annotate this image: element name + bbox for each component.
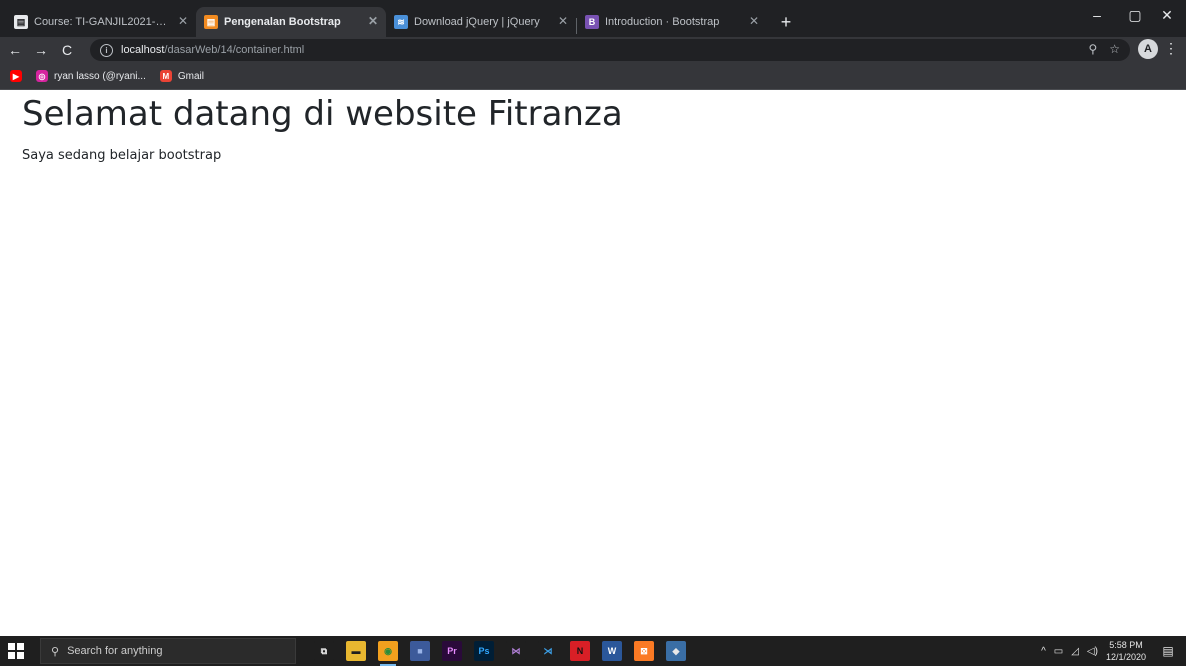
visual-studio-icon[interactable]: ⋈ (506, 641, 526, 661)
page-content: Selamat datang di website Fitranza Saya … (0, 90, 1186, 636)
close-window-button[interactable]: ✕ (1148, 0, 1186, 30)
search-placeholder: Search for anything (67, 645, 163, 657)
system-tray: ^ ▭ ◿ ◁) 5:58 PM 12/1/2020 (1041, 636, 1146, 666)
info-icon[interactable]: i (100, 43, 113, 57)
back-button[interactable]: ← (4, 39, 26, 61)
bookmark-label: Gmail (177, 70, 204, 82)
menu-icon[interactable]: ⋮ (1164, 40, 1178, 57)
clock-date: 12/1/2020 (1105, 652, 1146, 662)
notification-icon[interactable]: ▤ (1160, 643, 1176, 659)
forward-button[interactable]: → (30, 39, 52, 61)
tab-strip: ▤ Course: TI-GANJIL2021-2-Pratik ✕ ▤ Pengena… (0, 0, 1186, 37)
bootstrap-icon: B (585, 15, 599, 29)
address-bar[interactable]: i localhost/dasarWeb/14/container.html ⚲… (90, 39, 1130, 61)
close-tab-icon[interactable]: ✕ (558, 14, 568, 28)
search-icon: ⚲ (51, 645, 60, 658)
tab-label: Introduction · Bootstrap (605, 16, 720, 28)
bookmark-label: ryan lasso (@ryani... (54, 70, 146, 82)
photoshop-icon[interactable]: Ps (474, 641, 494, 661)
moodle-icon: ▤ (14, 15, 28, 29)
clock-time: 5:58 PM (1109, 640, 1143, 650)
url-path: /dasarWeb/14/container.html (164, 44, 305, 56)
chevron-up-icon[interactable]: ^ (1041, 646, 1046, 657)
gmail-icon: M (159, 70, 172, 82)
tab-label: Download jQuery | jQuery (414, 16, 540, 28)
task-view-icon[interactable]: ⧉ (314, 641, 334, 661)
youtube-icon: ▶ (10, 70, 22, 82)
wifi-icon[interactable]: ◿ (1071, 646, 1079, 657)
clock[interactable]: 5:58 PM 12/1/2020 (1106, 639, 1146, 663)
browser-toolbar: ← → C i localhost/dasarWeb/14/container.… (0, 37, 1186, 63)
bookmark-item[interactable]: ▶ (10, 70, 22, 82)
reload-button[interactable]: C (56, 39, 78, 61)
netflix-icon[interactable]: N (570, 641, 590, 661)
browser-tab[interactable]: ▤ Pengenalan Bootstrap ✕ (196, 7, 386, 37)
close-tab-icon[interactable]: ✕ (368, 14, 378, 28)
url-host: localhost (121, 44, 165, 56)
browser-window: ▤ Course: TI-GANJIL2021-2-Pratik ✕ ▤ Pengena… (0, 0, 1186, 90)
html-file-icon: ▤ (204, 15, 218, 29)
close-tab-icon[interactable]: ✕ (749, 14, 759, 28)
zoom-icon[interactable]: ⚲ (1088, 42, 1097, 56)
browser-tab[interactable]: B Introduction · Bootstrap ✕ (577, 7, 767, 37)
taskbar: ⚲ Search for anything ⧉ ▬ ◉ ■ Pr Ps ⋈ ⋊ N W ⊠ ◆ ^ ▭… (0, 636, 1186, 666)
windows-start-icon[interactable] (8, 643, 24, 659)
premiere-icon[interactable]: Pr (442, 641, 462, 661)
vscode-icon[interactable]: ⋊ (538, 641, 558, 661)
bookmark-item[interactable]: M Gmail (159, 70, 204, 82)
chrome-icon[interactable]: ◉ (378, 641, 398, 666)
tabs-container: ▤ Course: TI-GANJIL2021-2-Pratik ✕ ▤ Pengena… (6, 7, 767, 37)
word-icon[interactable]: W (602, 641, 622, 661)
taskbar-search[interactable]: ⚲ Search for anything (40, 638, 296, 664)
page-heading: Selamat datang di website Fitranza (22, 94, 623, 134)
network-icon[interactable]: ▭ (1054, 646, 1063, 657)
app-icon-2[interactable]: ◆ (666, 641, 686, 661)
bookmark-star-icon[interactable]: ☆ (1109, 42, 1120, 56)
bookmark-item[interactable]: ◎ ryan lasso (@ryani... (36, 70, 146, 82)
page-paragraph: Saya sedang belajar bootstrap (22, 148, 222, 163)
app-icon[interactable]: ■ (410, 641, 430, 661)
tab-label: Pengenalan Bootstrap (224, 16, 341, 28)
bookmarks-bar: ▶ ◎ ryan lasso (@ryani... M Gmail (0, 63, 1186, 90)
volume-icon[interactable]: ◁) (1087, 646, 1098, 657)
file-explorer-icon[interactable]: ▬ (346, 641, 366, 661)
instagram-icon: ◎ (36, 70, 48, 82)
browser-tab[interactable]: ≋ Download jQuery | jQuery ✕ (386, 7, 576, 37)
xampp-icon[interactable]: ⊠ (634, 641, 654, 661)
tab-label: Course: TI-GANJIL2021-2-Pratik (34, 16, 170, 28)
jquery-icon: ≋ (394, 15, 408, 29)
profile-avatar[interactable]: A (1138, 39, 1158, 59)
close-tab-icon[interactable]: ✕ (178, 14, 188, 28)
browser-tab[interactable]: ▤ Course: TI-GANJIL2021-2-Pratik ✕ (6, 7, 196, 37)
new-tab-button[interactable]: + (771, 7, 801, 37)
